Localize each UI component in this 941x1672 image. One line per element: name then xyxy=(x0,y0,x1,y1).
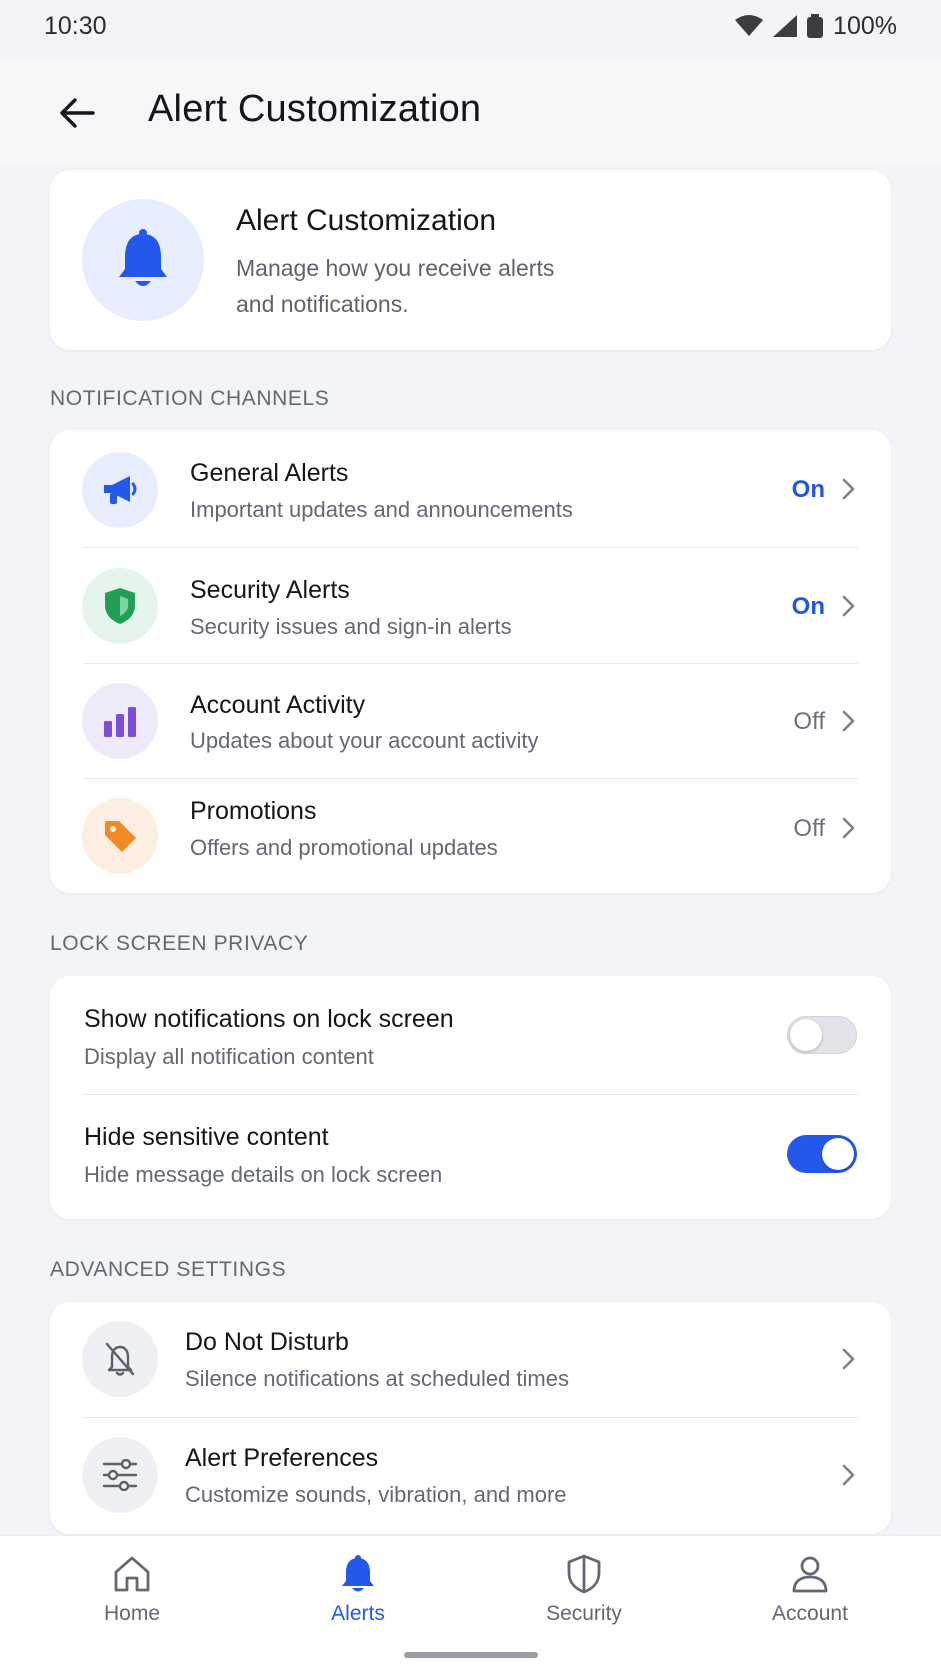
channel-icon-badge xyxy=(82,798,158,874)
channel-status: On xyxy=(791,476,825,503)
setting-icon-badge xyxy=(82,1437,158,1513)
channel-row-promotions[interactable]: Promotions Offers and promotional update… xyxy=(50,779,891,893)
nav-label: Home xyxy=(103,1602,161,1625)
shield-icon xyxy=(105,588,135,624)
setting-row-do-not-disturb[interactable]: Do Not Disturb Silence notifications at … xyxy=(50,1302,891,1417)
lock-screen-card: Show notifications on lock screen Displa… xyxy=(50,976,891,1219)
megaphone-icon xyxy=(104,476,137,504)
channel-row-security-alerts[interactable]: Security Alerts Security issues and sign… xyxy=(50,548,891,663)
nav-label: Alerts xyxy=(331,1602,385,1625)
channel-title: Security Alerts xyxy=(190,576,350,604)
setting-title: Hide sensitive content xyxy=(84,1123,329,1151)
header-title: Alert Customization xyxy=(236,204,497,237)
nav-label: Account xyxy=(772,1602,848,1625)
channel-subtitle: Updates about your account activity xyxy=(190,728,539,753)
channel-status: On xyxy=(791,593,825,620)
bar-chart-icon xyxy=(104,707,136,737)
arrow-left-icon xyxy=(60,98,95,128)
setting-row-hide-sensitive-content: Hide sensitive content Hide message deta… xyxy=(50,1095,891,1219)
nav-item-account[interactable]: Account xyxy=(740,1554,880,1634)
setting-subtitle: Display all notification content xyxy=(84,1044,374,1069)
setting-title: Show notifications on lock screen xyxy=(84,1005,454,1033)
setting-title: Do Not Disturb xyxy=(185,1328,349,1356)
toggle-knob xyxy=(790,1019,822,1051)
setting-subtitle: Hide message details on lock screen xyxy=(84,1162,443,1187)
status-icons: 100% xyxy=(735,12,897,41)
setting-subtitle: Silence notifications at scheduled times xyxy=(185,1366,569,1391)
battery-icon xyxy=(807,14,824,38)
hide-sensitive-content-toggle[interactable] xyxy=(787,1135,857,1173)
channel-subtitle: Offers and promotional updates xyxy=(190,835,498,860)
channel-title: Promotions xyxy=(190,797,317,825)
chevron-right-icon xyxy=(842,478,855,500)
home-icon xyxy=(114,1556,150,1592)
channel-status: Off xyxy=(793,708,825,735)
advanced-settings-card: Do Not Disturb Silence notifications at … xyxy=(50,1302,891,1534)
chevron-right-icon xyxy=(842,1464,855,1486)
chevron-right-icon xyxy=(842,817,855,839)
setting-row-alert-preferences[interactable]: Alert Preferences Customize sounds, vibr… xyxy=(50,1418,891,1534)
channel-row-general-alerts[interactable]: General Alerts Important updates and ann… xyxy=(50,430,891,547)
channel-subtitle: Important updates and announcements xyxy=(190,497,573,522)
setting-title: Alert Preferences xyxy=(185,1444,379,1472)
tag-icon xyxy=(105,821,136,852)
cellular-signal-icon xyxy=(773,15,798,37)
channel-row-account-activity[interactable]: Account Activity Updates about your acco… xyxy=(50,664,891,778)
channel-subtitle: Security issues and sign-in alerts xyxy=(190,614,512,639)
header-description: Manage how you receive alerts and notifi… xyxy=(236,255,555,317)
shield-icon xyxy=(567,1554,601,1594)
section-label-lock-screen-privacy: LOCK SCREEN PRIVACY xyxy=(50,932,309,955)
app-bar: Alert Customization xyxy=(0,60,941,164)
bell-icon xyxy=(342,1555,374,1592)
page-title: Alert Customization xyxy=(148,88,482,130)
section-label-advanced-settings: ADVANCED SETTINGS xyxy=(50,1258,287,1281)
setting-subtitle: Customize sounds, vibration, and more xyxy=(185,1482,567,1507)
channel-icon-badge xyxy=(82,683,158,759)
setting-icon-badge xyxy=(82,1321,158,1397)
status-bar: 10:30 100% xyxy=(0,0,941,52)
chevron-right-icon xyxy=(842,710,855,732)
channel-title: Account Activity xyxy=(190,691,366,719)
nav-item-security[interactable]: Security xyxy=(514,1554,654,1634)
setting-row-show-on-lock-screen: Show notifications on lock screen Displa… xyxy=(50,976,891,1094)
chevron-right-icon xyxy=(842,595,855,617)
show-on-lock-screen-toggle[interactable] xyxy=(787,1016,857,1054)
battery-percent: 100% xyxy=(833,11,897,40)
header-icon-badge xyxy=(82,199,204,321)
user-icon xyxy=(792,1556,828,1593)
channel-icon-badge xyxy=(82,568,158,644)
nav-item-alerts[interactable]: Alerts xyxy=(288,1554,428,1634)
chevron-right-icon xyxy=(842,1348,855,1370)
section-label-notification-channels: NOTIFICATION CHANNELS xyxy=(50,387,330,410)
channel-icon-badge xyxy=(82,452,158,528)
toggle-knob xyxy=(822,1138,854,1170)
nav-item-home[interactable]: Home xyxy=(62,1554,202,1634)
bell-off-icon xyxy=(105,1342,135,1376)
back-button[interactable] xyxy=(50,86,104,140)
header-card: Alert Customization Manage how you recei… xyxy=(50,170,891,350)
bell-icon xyxy=(119,229,167,286)
channel-status: Off xyxy=(793,815,825,842)
sliders-icon xyxy=(102,1459,138,1491)
home-indicator[interactable] xyxy=(404,1652,538,1658)
channel-title: General Alerts xyxy=(190,459,349,487)
wifi-icon xyxy=(735,15,764,36)
notification-channels-card: General Alerts Important updates and ann… xyxy=(50,430,891,893)
nav-label: Security xyxy=(546,1602,622,1625)
status-time: 10:30 xyxy=(44,11,107,40)
